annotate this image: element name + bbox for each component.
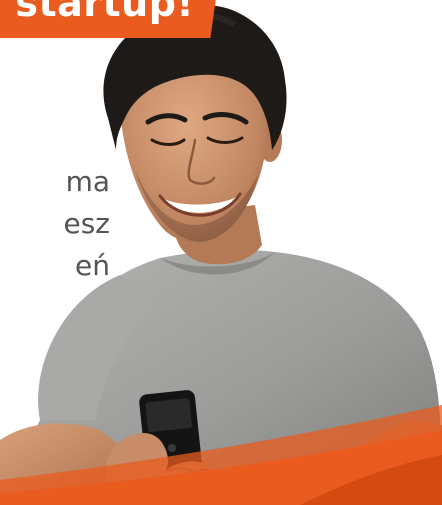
header-tag: startup! (0, 0, 218, 38)
orange-swoosh (0, 405, 442, 505)
promo-banner: ma esz eń startup! (0, 0, 442, 505)
header-tag-text: startup! (15, 0, 195, 25)
